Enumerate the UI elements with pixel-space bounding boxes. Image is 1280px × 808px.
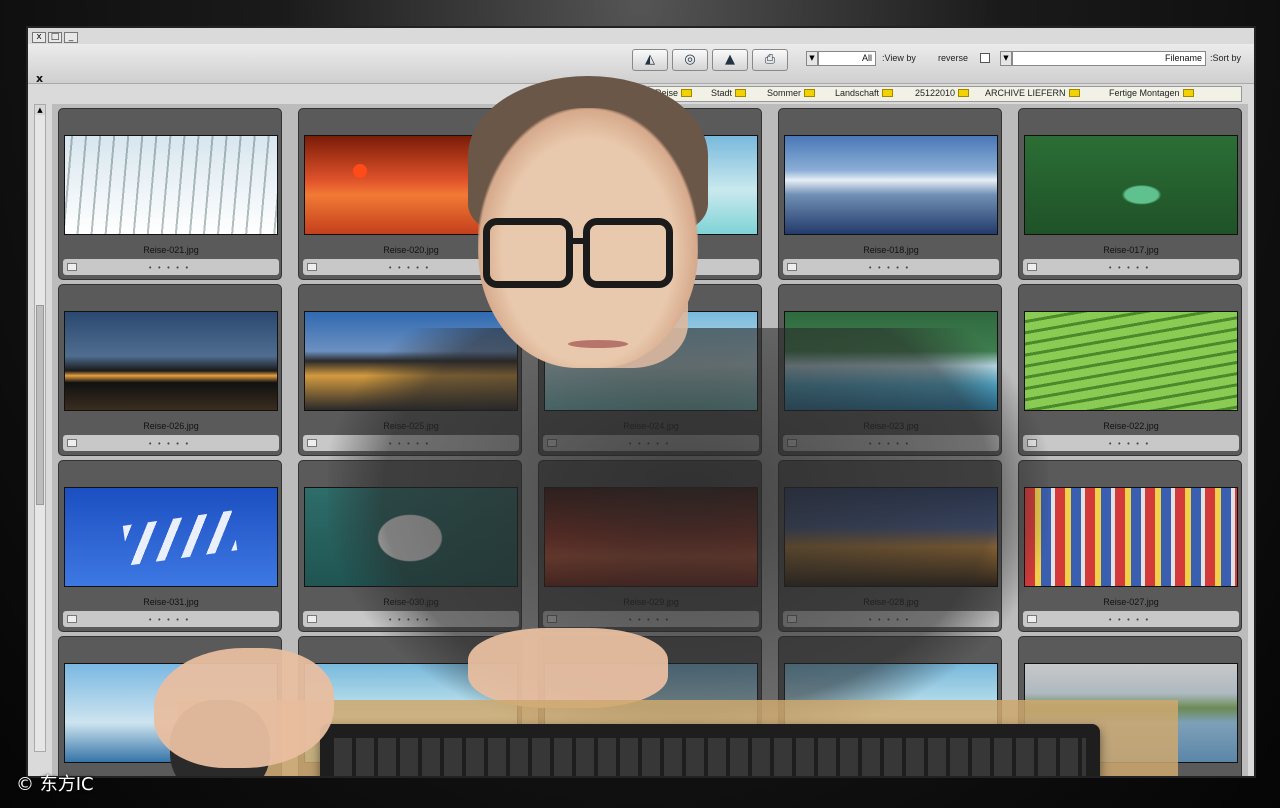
rating-dots[interactable]: ••••• — [1023, 440, 1239, 448]
thumbnail-filename: Reise-027.jpg — [1103, 597, 1159, 607]
thumbnail-image[interactable] — [64, 135, 278, 235]
thumbnail-card[interactable]: Reise-027.jpg ••••• — [1018, 460, 1242, 632]
upload-icon: ▲ — [725, 52, 735, 67]
thumbnail-caption: Reise-022.jpg ••••• — [1023, 421, 1239, 451]
sort-by-select[interactable]: Filename — [1012, 51, 1206, 66]
thumbnail-caption: Reise-017.jpg ••••• — [1023, 245, 1239, 275]
thumbnail-image[interactable] — [64, 311, 278, 411]
thumbnail-image[interactable] — [1024, 487, 1238, 587]
thumbnail-caption: Reise-021.jpg ••••• — [63, 245, 279, 275]
thumbnail-card[interactable]: Reise-026.jpg ••••• — [58, 284, 282, 456]
thumbnail-filename: Reise-026.jpg — [143, 421, 199, 431]
rating-dots[interactable]: ••••• — [1023, 616, 1239, 624]
scroll-thumb[interactable] — [36, 305, 44, 505]
folder-icon — [681, 89, 693, 97]
thumbnail-card[interactable]: Reise-017.jpg ••••• — [1018, 108, 1242, 280]
folder-icon — [735, 89, 747, 97]
disc-icon: ◎ — [684, 52, 696, 67]
thumbnail-filename: Reise-017.jpg — [1103, 245, 1159, 255]
print-button[interactable]: ⎙ — [752, 49, 788, 71]
toolbar: ◮ ◎ ▲ ⎙ ▼ All :View by reverse ▼ Filenam… — [28, 44, 1254, 84]
view-by-dropdown-arrow[interactable]: ▼ — [806, 51, 818, 66]
glasses-left-lens — [483, 218, 573, 288]
rating-dots[interactable]: ••••• — [783, 264, 999, 272]
thumbnail-image[interactable] — [784, 135, 998, 235]
export-button[interactable]: ◮ — [632, 49, 668, 71]
thumbnail-filename: Reise-031.jpg — [143, 597, 199, 607]
thumbnail-filename: Reise-021.jpg — [143, 245, 199, 255]
printer-icon: ⎙ — [764, 52, 776, 67]
glasses-bridge — [568, 238, 588, 244]
folder-tab-25122010[interactable]: 25122010 — [915, 88, 970, 98]
folder-tab-stadt[interactable]: Stadt — [711, 88, 747, 98]
thumbnail-card[interactable]: Reise-021.jpg ••••• — [58, 108, 282, 280]
reverse-label: reverse — [938, 53, 969, 63]
folder-icon — [1068, 89, 1080, 97]
keyboard — [320, 724, 1100, 776]
minimize-window-button[interactable]: _ — [64, 32, 78, 43]
thumbnail-card[interactable]: Reise-031.jpg ••••• — [58, 460, 282, 632]
thumbnail-filename: Reise-022.jpg — [1103, 421, 1159, 431]
rating-dots[interactable]: ••••• — [63, 440, 279, 448]
person-mouth — [568, 340, 628, 348]
thumbnail-image[interactable] — [64, 487, 278, 587]
thumbnail-caption: Reise-018.jpg ••••• — [783, 245, 999, 275]
chevron-down-icon: ▼ — [809, 54, 815, 62]
thumbnail-caption: Reise-026.jpg ••••• — [63, 421, 279, 451]
sort-by-label: :Sort by — [1210, 53, 1242, 63]
chevron-down-icon: ▼ — [1003, 54, 1009, 62]
folder-icon — [958, 89, 970, 97]
rating-dots[interactable]: ••••• — [63, 264, 279, 272]
glasses-right-lens — [583, 218, 673, 288]
person-arm — [468, 628, 668, 708]
folder-tab-archive-liefern[interactable]: ARCHIVE LIEFERN — [985, 88, 1080, 98]
folder-icon — [882, 89, 894, 97]
folder-icon — [804, 89, 816, 97]
thumbnail-filename: Reise-018.jpg — [863, 245, 919, 255]
thumbnail-card[interactable]: Reise-022.jpg ••••• — [1018, 284, 1242, 456]
sort-by-dropdown-arrow[interactable]: ▼ — [1000, 51, 1012, 66]
browser-window: x □ _ ◮ ◎ ▲ ⎙ ▼ All :View by reverse ▼ F… — [26, 26, 1256, 778]
upload-button[interactable]: ▲ — [712, 49, 748, 71]
view-by-select[interactable]: All — [818, 51, 876, 66]
export-icon: ◮ — [645, 52, 655, 67]
thumbnail-image[interactable] — [1024, 135, 1238, 235]
person-torso — [328, 328, 1048, 748]
reverse-checkbox[interactable] — [980, 53, 990, 63]
thumbnail-caption: Reise-027.jpg ••••• — [1023, 597, 1239, 627]
folder-icon — [1182, 89, 1194, 97]
rating-dots[interactable]: ••••• — [63, 616, 279, 624]
close-window-button[interactable]: x — [32, 32, 46, 43]
vertical-scrollbar[interactable]: ▲ — [34, 104, 46, 752]
thumbnail-image[interactable] — [1024, 311, 1238, 411]
person-hand — [154, 648, 334, 768]
folder-tab-landschaft[interactable]: Landschaft — [835, 88, 894, 98]
thumbnail-card[interactable]: Reise-018.jpg ••••• — [778, 108, 1002, 280]
disc-button[interactable]: ◎ — [672, 49, 708, 71]
watermark: © 东方IC — [16, 774, 94, 795]
rating-dots[interactable]: ••••• — [1023, 264, 1239, 272]
thumbnail-caption: Reise-031.jpg ••••• — [63, 597, 279, 627]
folder-tab-sommer[interactable]: Sommer — [767, 88, 816, 98]
folder-tab-fertige-montagen[interactable]: Fertige Montagen — [1109, 88, 1194, 98]
scroll-up-icon[interactable]: ▲ — [35, 105, 45, 115]
folder-bar: Reise Stadt Sommer Landschaft 25122010 A… — [648, 86, 1242, 102]
view-by-label: :View by — [882, 53, 916, 63]
close-panel-icon[interactable]: x — [36, 72, 43, 85]
restore-window-button[interactable]: □ — [48, 32, 62, 43]
